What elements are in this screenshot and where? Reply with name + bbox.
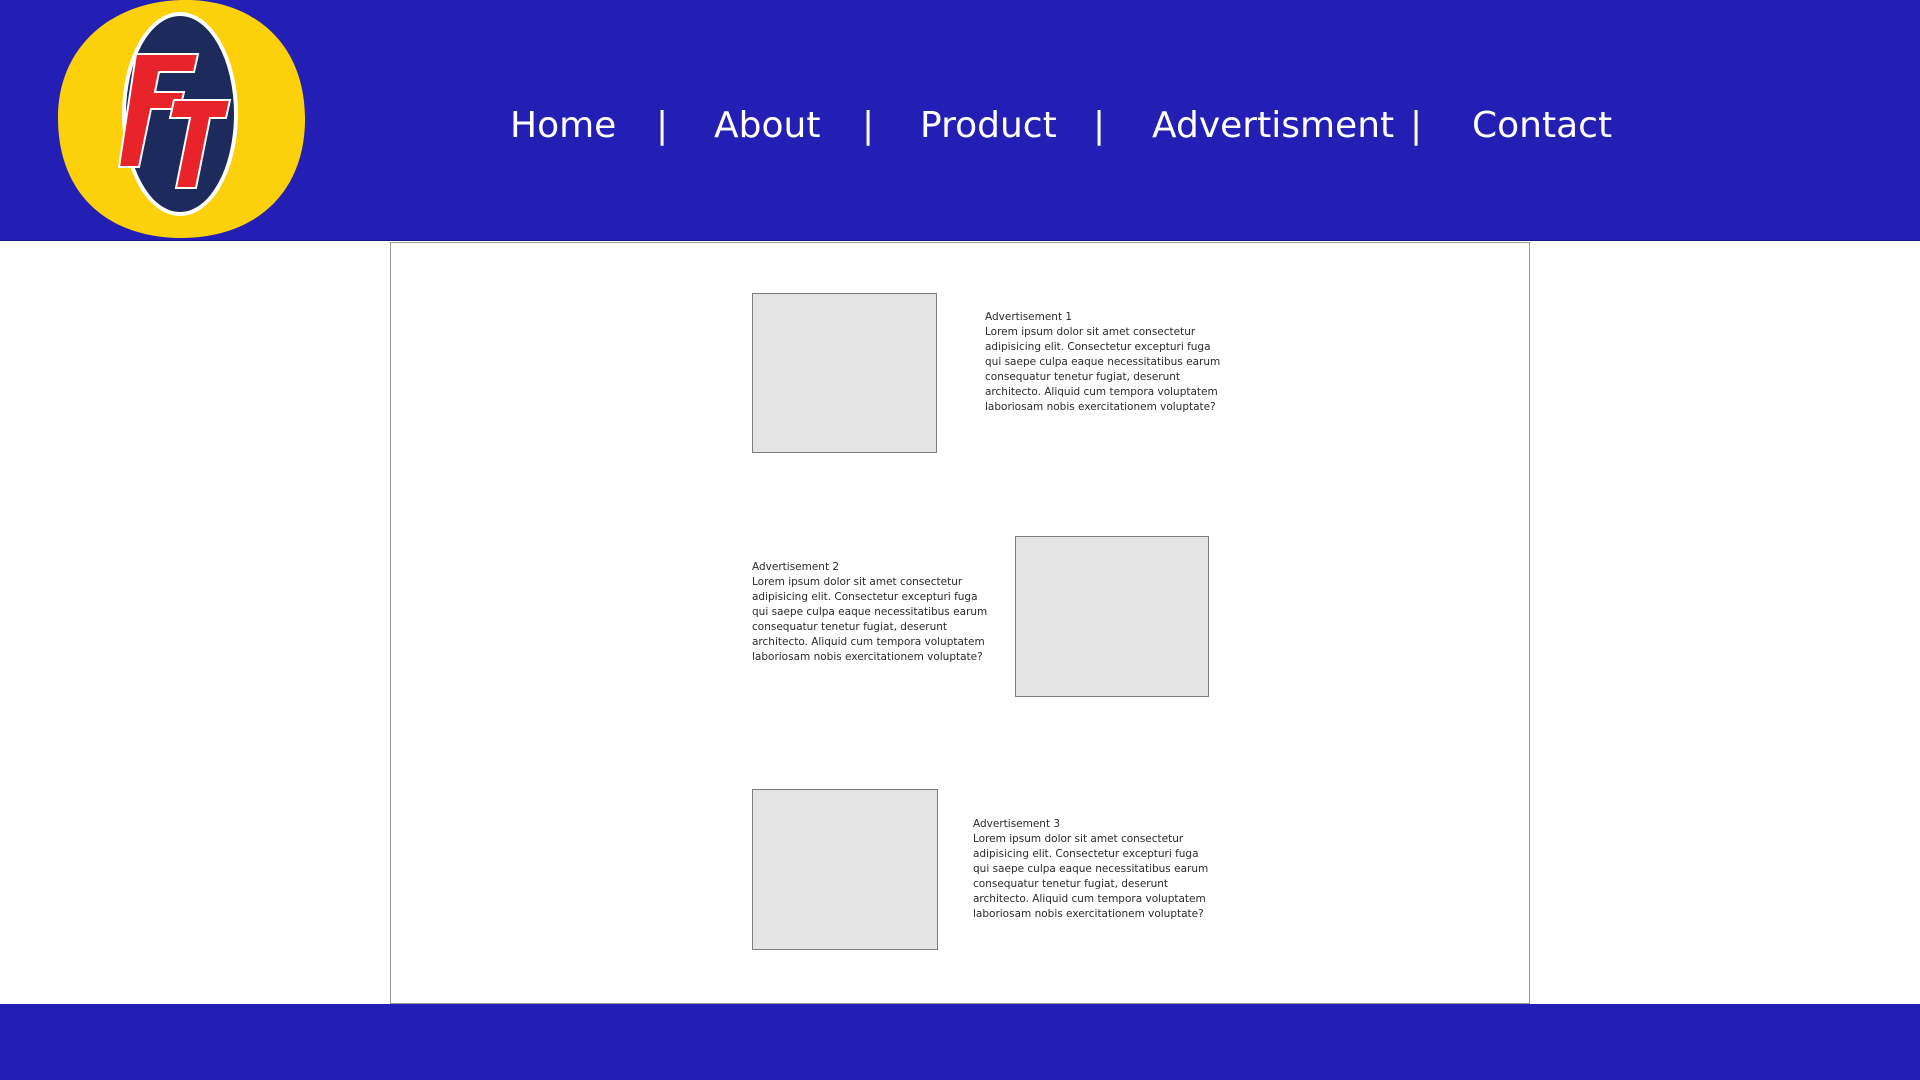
ad-image-placeholder[interactable] [752,293,937,453]
ad-text-block: Advertisement 3 Lorem ipsum dolor sit am… [973,817,1213,922]
nav-contact-link[interactable]: Contact [1472,100,1612,152]
ad-body: Lorem ipsum dolor sit amet consectetur a… [973,833,1209,920]
ads-panel: Advertisement 1 Lorem ipsum dolor sit am… [390,242,1530,1004]
ad-title: Advertisement 3 [973,818,1061,830]
nav-product-link[interactable]: Product [920,100,1057,152]
site-footer [0,1004,1920,1080]
ad-body: Lorem ipsum dolor sit amet consectetur a… [985,326,1221,413]
brand-logo[interactable] [56,0,306,242]
nav-advertisment-link[interactable]: Advertisment [1152,100,1394,152]
ad-image-placeholder[interactable] [1015,536,1209,697]
nav-separator: | [656,105,669,146]
ad-text-block: Advertisement 2 Lorem ipsum dolor sit am… [752,560,992,665]
ad-image-placeholder[interactable] [752,789,938,950]
nav-about-link[interactable]: About [714,100,820,152]
nav-home-link[interactable]: Home [510,100,616,152]
ad-title: Advertisement 1 [985,311,1073,323]
ad-text-block: Advertisement 1 Lorem ipsum dolor sit am… [985,310,1225,415]
ad-title: Advertisement 2 [752,561,840,573]
ft-logo-icon [57,0,306,238]
site-header: Home | About | Product | Advertisment | … [0,0,1920,241]
main-nav: Home | About | Product | Advertisment | … [490,100,1630,152]
nav-separator: | [1093,105,1106,146]
ad-body: Lorem ipsum dolor sit amet consectetur a… [752,576,988,663]
nav-separator: | [1410,105,1423,146]
nav-separator: | [862,105,875,146]
